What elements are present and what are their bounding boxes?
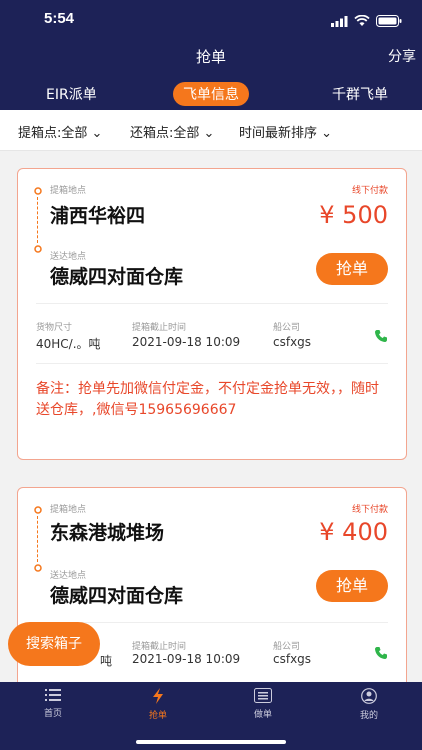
tabbar-label: 我的 <box>359 711 378 721</box>
battery-icon <box>376 12 402 31</box>
delivery-pin-icon <box>34 245 42 253</box>
lightning-icon <box>153 688 163 704</box>
filter-label: 提箱点:全部 <box>18 126 88 141</box>
chevron-down-icon: ⌄ <box>91 126 103 141</box>
signal-icon <box>331 12 348 31</box>
delivery-label: 送达地点 <box>50 252 87 262</box>
tab-group-flight[interactable]: 千群飞单 <box>332 84 388 104</box>
pickup-place: 浦西华裕四 <box>50 205 146 227</box>
status-bar: 5:54 <box>0 0 422 40</box>
tab-eir-dispatch[interactable]: EIR派单 <box>46 84 97 104</box>
header: 5:54 抢单 分享 EIR派单 飞单信息 千群飞单 <box>0 0 422 110</box>
divider <box>36 303 388 304</box>
deadline-value: 2021-09-18 10:09 <box>132 652 241 666</box>
tabbar-item-do-order[interactable]: 做单 <box>228 688 298 720</box>
pickup-pin-icon <box>34 187 42 195</box>
pickup-place: 东森港城堆场 <box>50 522 165 544</box>
pickup-pin-icon <box>34 506 42 514</box>
tab-flight-info[interactable]: 飞单信息 <box>173 82 249 106</box>
home-indicator <box>136 740 286 744</box>
tabbar-label: 首页 <box>43 709 62 719</box>
price: ¥ 400 <box>319 518 388 546</box>
tabbar-label: 抢单 <box>148 711 167 721</box>
deadline-label: 提箱截止时间 <box>132 642 187 652</box>
ship-company-value: csfxgs <box>273 652 312 666</box>
phone-icon[interactable] <box>374 329 388 343</box>
offline-pay-label: 线下付款 <box>351 186 388 196</box>
filter-pickup-point[interactable]: 提箱点:全部 ⌄ <box>18 122 102 141</box>
tabbar-item-grab[interactable]: 抢单 <box>123 688 193 721</box>
cargo-size-value: 40HC/.。吨 <box>36 337 101 351</box>
offline-pay-label: 线下付款 <box>351 505 388 515</box>
list-icon <box>45 689 61 701</box>
ship-company-label: 船公司 <box>273 642 301 652</box>
grab-order-button[interactable]: 抢单 <box>316 570 388 602</box>
wifi-icon <box>354 12 370 31</box>
filter-label: 还箱点:全部 <box>130 126 200 141</box>
filter-sort-time[interactable]: 时间最新排序 ⌄ <box>239 122 332 141</box>
pickup-label: 提箱地点 <box>50 505 87 515</box>
delivery-place: 德威四对面仓库 <box>50 266 184 288</box>
chevron-down-icon: ⌄ <box>321 126 333 141</box>
tabbar-item-mine[interactable]: 我的 <box>334 688 404 721</box>
status-time: 5:54 <box>44 10 75 27</box>
user-icon <box>361 688 377 704</box>
tabbar-item-home[interactable]: 首页 <box>18 688 88 719</box>
deadline-value: 2021-09-18 10:09 <box>132 335 241 349</box>
tabbar-label: 做单 <box>253 710 272 720</box>
route-dash <box>37 197 38 243</box>
chevron-down-icon: ⌄ <box>203 126 215 141</box>
divider <box>36 363 388 364</box>
delivery-place: 德威四对面仓库 <box>50 585 184 607</box>
price: ¥ 500 <box>319 201 388 229</box>
divider <box>36 622 388 623</box>
pickup-label: 提箱地点 <box>50 186 87 196</box>
order-card[interactable]: 提箱地点 浦西华裕四 线下付款 ¥ 500 送达地点 德威四对面仓库 抢单 货物… <box>17 168 407 460</box>
ship-company-label: 船公司 <box>273 323 301 333</box>
top-tabs: EIR派单 飞单信息 千群飞单 <box>0 82 422 106</box>
filter-bar: 提箱点:全部 ⌄ 还箱点:全部 ⌄ 时间最新排序 ⌄ <box>0 110 422 151</box>
status-icons <box>331 12 402 31</box>
search-container-button[interactable]: 搜索箱子 <box>8 622 100 666</box>
filter-label: 时间最新排序 <box>239 126 318 141</box>
document-icon <box>254 688 272 703</box>
cargo-size-value: 吨 <box>100 654 113 668</box>
phone-icon[interactable] <box>374 646 388 660</box>
route-dash <box>37 516 38 562</box>
ship-company-value: csfxgs <box>273 335 312 349</box>
order-note: 备注：抢单先加微信付定金，不付定金抢单无效，，随时送仓库，,微信号1596569… <box>36 381 379 418</box>
filter-return-point[interactable]: 还箱点:全部 ⌄ <box>130 122 214 141</box>
delivery-label: 送达地点 <box>50 571 87 581</box>
delivery-pin-icon <box>34 564 42 572</box>
grab-order-button[interactable]: 抢单 <box>316 253 388 285</box>
share-button[interactable]: 分享 <box>388 46 416 66</box>
deadline-label: 提箱截止时间 <box>132 323 187 333</box>
cargo-size-label: 货物尺寸 <box>36 323 73 333</box>
page-title: 抢单 <box>195 48 226 66</box>
